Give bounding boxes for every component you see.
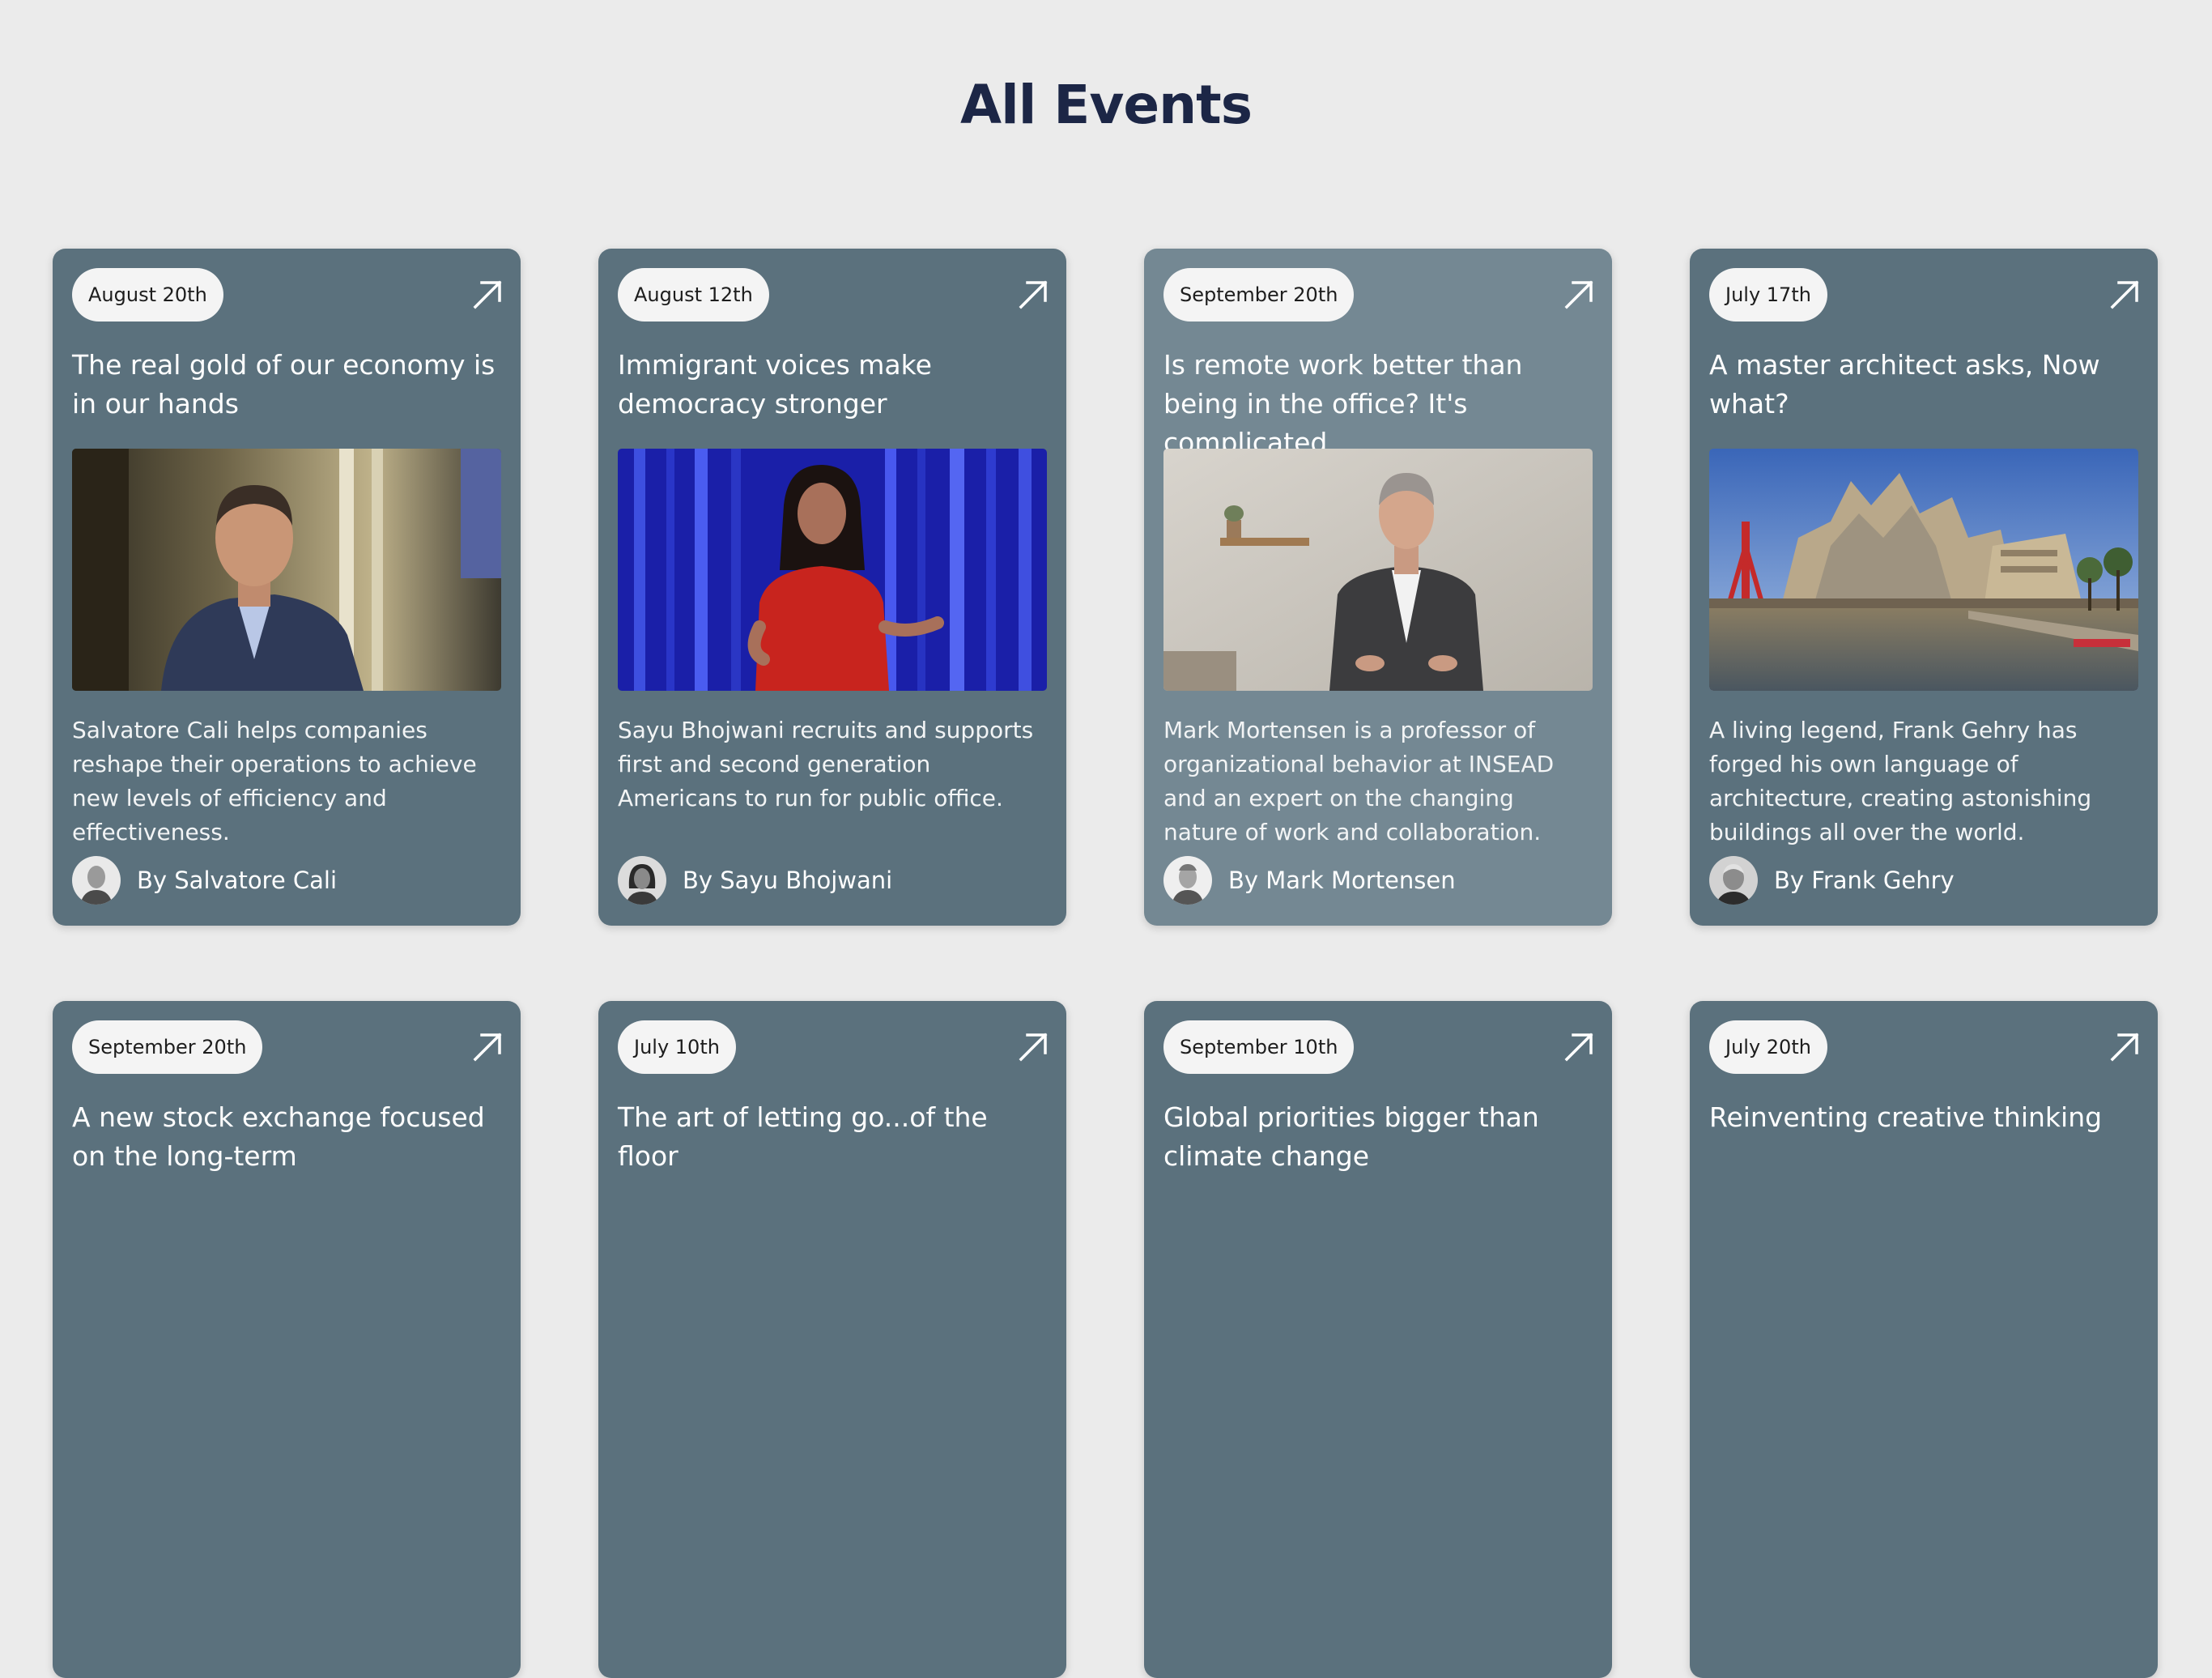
event-card[interactable]: July 20th Reinventing creative thinking — [1690, 1001, 2158, 1678]
date-badge: August 20th — [72, 268, 223, 322]
event-description: Sayu Bhojwani recruits and supports firs… — [618, 717, 1034, 811]
author-name: By Mark Mortensen — [1228, 867, 1456, 894]
event-title[interactable]: The real gold of our economy is in our h… — [72, 346, 504, 424]
author[interactable]: By Frank Gehry — [1709, 856, 1955, 905]
arrow-up-right-icon[interactable] — [1563, 279, 1594, 310]
event-description: Mark Mortensen is a professor of organiz… — [1163, 717, 1555, 845]
arrow-up-right-icon[interactable] — [1018, 1032, 1049, 1063]
event-title[interactable]: Global priorities bigger than climate ch… — [1163, 1098, 1596, 1176]
author[interactable]: By Sayu Bhojwani — [618, 856, 892, 905]
page-title: All Events — [960, 74, 1253, 136]
event-title[interactable]: Reinventing creative thinking — [1709, 1098, 2142, 1137]
event-title[interactable]: A master architect asks, Now what? — [1709, 346, 2142, 424]
avatar — [72, 856, 121, 905]
arrow-up-right-icon[interactable] — [1018, 279, 1049, 310]
author[interactable]: By Mark Mortensen — [1163, 856, 1456, 905]
avatar — [618, 856, 666, 905]
event-image[interactable] — [1709, 449, 2138, 691]
author-name: By Salvatore Cali — [137, 867, 338, 894]
event-card[interactable]: September 10th Global priorities bigger … — [1144, 1001, 1612, 1678]
avatar — [1163, 856, 1212, 905]
date-badge: September 10th — [1163, 1020, 1355, 1074]
arrow-up-right-icon[interactable] — [472, 1032, 503, 1063]
event-title[interactable]: Is remote work better than being in the … — [1163, 346, 1596, 462]
event-card[interactable]: August 20th The real gold of our economy… — [53, 249, 521, 926]
author-name: By Sayu Bhojwani — [683, 867, 893, 894]
event-title[interactable]: Immigrant voices make democracy stronger — [618, 346, 1050, 424]
date-badge: August 12th — [618, 268, 769, 322]
event-title[interactable]: A new stock exchange focused on the long… — [72, 1098, 504, 1176]
arrow-up-right-icon[interactable] — [1563, 1032, 1594, 1063]
author-name: By Frank Gehry — [1774, 867, 1955, 894]
date-badge: July 17th — [1709, 268, 1827, 322]
date-badge: September 20th — [72, 1020, 263, 1074]
event-description: A living legend, Frank Gehry has forged … — [1709, 717, 2092, 845]
date-badge: July 20th — [1709, 1020, 1827, 1074]
date-badge: September 20th — [1163, 268, 1355, 322]
arrow-up-right-icon[interactable] — [2109, 1032, 2140, 1063]
event-description: Salvatore Cali helps companies reshape t… — [72, 717, 477, 845]
event-image[interactable] — [1163, 449, 1593, 691]
arrow-up-right-icon[interactable] — [472, 279, 503, 310]
event-image[interactable] — [72, 449, 501, 691]
event-card[interactable]: September 20th A new stock exchange focu… — [53, 1001, 521, 1678]
events-grid: August 20th The real gold of our economy… — [53, 249, 2158, 1678]
event-image[interactable] — [618, 449, 1047, 691]
event-card[interactable]: August 12th Immigrant voices make democr… — [598, 249, 1066, 926]
arrow-up-right-icon[interactable] — [2109, 279, 2140, 310]
date-badge: July 10th — [618, 1020, 736, 1074]
event-card[interactable]: July 17th A master architect asks, Now w… — [1690, 249, 2158, 926]
event-card[interactable]: July 10th The art of letting go...of the… — [598, 1001, 1066, 1678]
event-card[interactable]: September 20th Is remote work better tha… — [1144, 249, 1612, 926]
event-title[interactable]: The art of letting go...of the floor — [618, 1098, 1050, 1176]
avatar — [1709, 856, 1758, 905]
author[interactable]: By Salvatore Cali — [72, 856, 337, 905]
